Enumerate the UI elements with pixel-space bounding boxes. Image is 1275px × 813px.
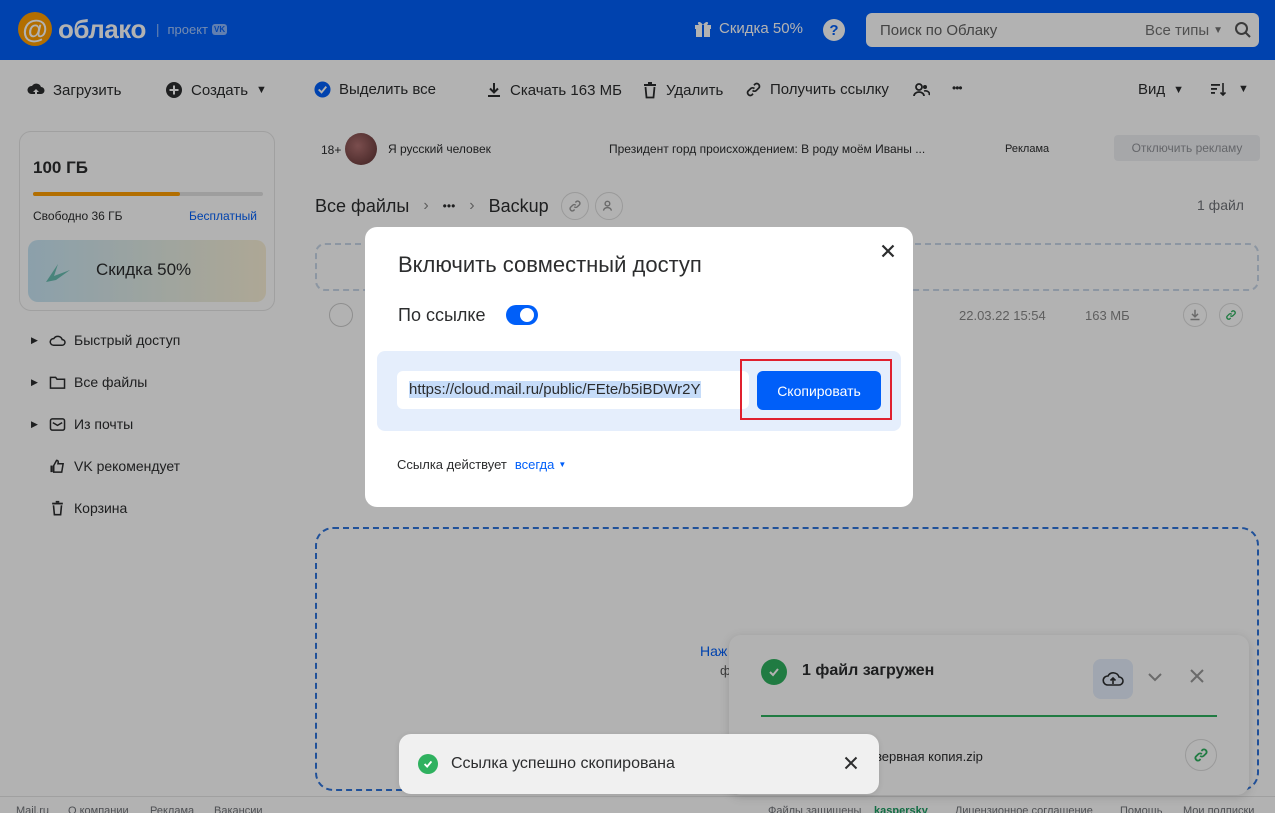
- close-icon: [881, 244, 895, 258]
- link-expiry-label: Ссылка действует: [397, 457, 507, 472]
- link-access-toggle[interactable]: [506, 305, 538, 325]
- share-link-field[interactable]: https://cloud.mail.ru/public/FEte/b5iBDW…: [397, 371, 749, 409]
- link-expiry: Ссылка действует всегда ▼: [397, 457, 566, 472]
- check-icon: [418, 754, 438, 774]
- dialog-title: Включить совместный доступ: [398, 252, 702, 277]
- close-icon[interactable]: [843, 755, 859, 771]
- success-toast: Ссылка успешно скопирована: [399, 734, 879, 794]
- toggle-knob: [520, 308, 534, 322]
- link-box: https://cloud.mail.ru/public/FEte/b5iBDW…: [377, 351, 901, 431]
- copy-link-button[interactable]: Скопировать: [757, 371, 881, 410]
- link-expiry-value: всегда: [514, 457, 555, 472]
- toast-message: Ссылка успешно скопирована: [451, 755, 675, 772]
- link-access-label: По ссылке: [398, 305, 486, 325]
- share-dialog: Включить совместный доступ По ссылке htt…: [365, 227, 913, 507]
- dialog-close-button[interactable]: [878, 241, 898, 261]
- link-expiry-select[interactable]: всегда ▼: [515, 457, 566, 472]
- share-link-text: https://cloud.mail.ru/public/FEte/b5iBDW…: [409, 381, 701, 398]
- chevron-down-icon: ▼: [558, 460, 567, 469]
